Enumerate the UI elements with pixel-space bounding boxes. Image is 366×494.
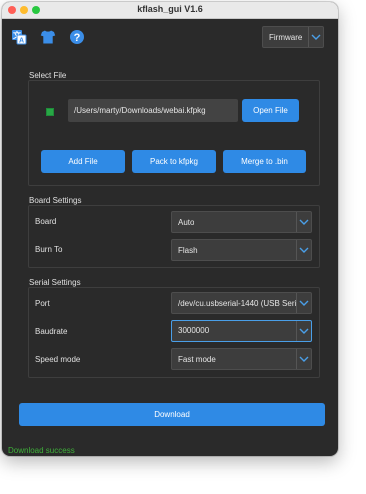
file-path-field[interactable]: /Users/marty/Downloads/webai.kfpkg — [68, 99, 238, 122]
chevron-down-icon — [296, 321, 311, 341]
svg-text:?: ? — [74, 32, 81, 44]
board-label: Board — [35, 217, 57, 226]
language-icon[interactable]: 文 A — [11, 29, 27, 45]
baudrate-select-value: 3000000 — [178, 326, 210, 335]
download-button[interactable]: Download — [19, 403, 325, 426]
serial-settings-title: Serial Settings — [29, 278, 81, 287]
window-title: kflash_gui V1.6 — [137, 4, 203, 14]
baudrate-select[interactable]: 3000000 — [171, 320, 312, 342]
board-select[interactable]: Auto — [171, 211, 312, 233]
burn-to-select[interactable]: Flash — [171, 239, 312, 261]
port-select[interactable]: /dev/cu.usbserial-1440 (USB Seria — [171, 292, 312, 314]
firmware-select[interactable]: Firmware — [262, 26, 324, 48]
port-select-value: /dev/cu.usbserial-1440 (USB Seria — [178, 299, 296, 308]
firmware-select-value: Firmware — [269, 33, 303, 42]
help-icon[interactable]: ? — [69, 29, 85, 45]
file-enabled-checkbox[interactable] — [46, 108, 54, 116]
open-file-button[interactable]: Open File — [242, 99, 299, 122]
board-select-value: Auto — [178, 218, 195, 227]
speed-mode-select-value: Fast mode — [178, 355, 216, 364]
board-settings-title: Board Settings — [29, 196, 82, 205]
select-file-title: Select File — [29, 71, 67, 80]
chevron-down-icon — [296, 293, 311, 313]
baudrate-label: Baudrate — [35, 327, 68, 336]
title-bar: kflash_gui V1.6 — [2, 2, 338, 19]
chevron-down-icon — [296, 212, 311, 232]
burn-to-label: Burn To — [35, 245, 63, 254]
port-label: Port — [35, 299, 50, 308]
chevron-down-icon — [296, 240, 311, 260]
add-file-button[interactable]: Add File — [41, 150, 125, 173]
status-message: Download success — [8, 446, 75, 455]
chevron-down-icon — [308, 27, 323, 47]
shirt-icon[interactable] — [40, 29, 56, 45]
speed-mode-select[interactable]: Fast mode — [171, 348, 312, 370]
merge-to-bin-button[interactable]: Merge to .bin — [223, 150, 306, 173]
app-window: kflash_gui V1.6 文 A ? Firmware Select Fi… — [2, 2, 338, 456]
svg-text:A: A — [19, 38, 24, 45]
chevron-down-icon — [296, 349, 311, 369]
pack-to-kfpkg-button[interactable]: Pack to kfpkg — [132, 150, 216, 173]
burn-to-select-value: Flash — [178, 246, 198, 255]
speed-mode-label: Speed mode — [35, 355, 81, 364]
